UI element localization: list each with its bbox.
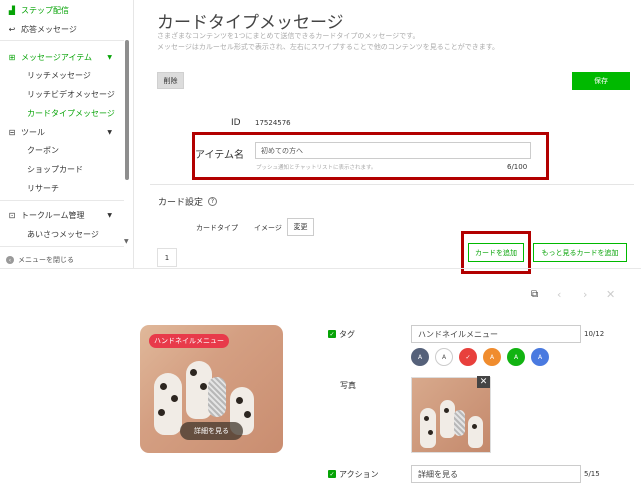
sidebar-item-shop-card[interactable]: ショップカード (0, 163, 124, 175)
sidebar-item-tools[interactable]: ⊟ ツール ▼ (0, 126, 124, 138)
color-swatch-slate[interactable]: A (411, 348, 429, 366)
tag-label: タグ (339, 330, 355, 339)
add-card-button[interactable]: カードを追加 (468, 243, 524, 262)
tools-icon: ⊟ (8, 127, 16, 137)
chevron-left-icon[interactable]: ‹ (557, 288, 561, 301)
scroll-down-icon[interactable]: ▼ (124, 238, 129, 245)
reply-icon: ↩ (8, 24, 16, 34)
sidebar-item-auto-reply[interactable]: ↩ 応答メッセージ (0, 23, 124, 35)
divider (0, 40, 124, 41)
polka-dot (244, 411, 251, 418)
sidebar-item-coupon[interactable]: クーポン (0, 144, 124, 156)
polka-dot (424, 416, 429, 421)
page-title: カードタイプメッセージ (157, 13, 344, 33)
chevron-left-icon: ‹ (6, 256, 14, 264)
save-button[interactable]: 保存 (572, 72, 630, 90)
sidebar-item-rich-message[interactable]: リッチメッセージ (0, 69, 124, 81)
divider (150, 184, 634, 185)
color-swatch-green[interactable]: A (507, 348, 525, 366)
change-type-button[interactable]: 変更 (287, 218, 314, 236)
item-name-help: プッシュ通知とチャットリストに表示されます。 (256, 165, 377, 171)
item-name-input[interactable]: 初めての方へ (255, 142, 531, 159)
close-icon[interactable]: ✕ (606, 288, 615, 301)
card-type-label: カードタイプ (196, 224, 238, 232)
chevron-right-icon[interactable]: › (583, 288, 587, 301)
item-name-count: 6/100 (507, 163, 528, 171)
action-count: 5/15 (584, 470, 600, 478)
delete-button[interactable]: 削除 (157, 72, 184, 89)
tag-input[interactable]: ハンドネイルメニュー (411, 325, 581, 343)
talkroom-icon: ⊡ (8, 210, 16, 220)
polka-dot (160, 383, 167, 390)
card-settings-title: カード設定? (158, 195, 218, 208)
sidebar-item-greeting[interactable]: あいさつメッセージ (0, 228, 124, 240)
caret-down-icon: ▼ (107, 211, 112, 219)
caret-down-icon: ▼ (107, 128, 112, 136)
copy-icon[interactable]: ⧉ (531, 289, 538, 300)
nail-image (454, 410, 465, 436)
nail-image (208, 377, 226, 417)
id-label: ID (231, 118, 241, 128)
sidebar-item-message-items[interactable]: ⊞ メッセージアイテム ▼ (0, 51, 124, 63)
card-preview: ハンドネイルメニュー 詳細を見る (140, 325, 283, 453)
nail-image (468, 416, 483, 448)
card-tab-1[interactable]: 1 (157, 248, 177, 267)
nail-image (440, 400, 455, 438)
polka-dot (428, 430, 433, 435)
color-swatch-red[interactable]: ✓ (459, 348, 477, 366)
sidebar-item-step-delivery[interactable]: ▟ ステップ配信 (0, 4, 124, 16)
action-label: アクション (339, 470, 379, 479)
sidebar-item-talkroom[interactable]: ⊡ トークルーム管理 ▼ (0, 209, 124, 221)
polka-dot (171, 395, 178, 402)
photo-label: 写真 (340, 381, 356, 390)
add-more-card-button[interactable]: もっと見るカードを追加 (533, 243, 627, 262)
tag-count: 10/12 (584, 330, 605, 338)
card-type-value: イメージ (254, 224, 282, 232)
color-swatch-orange[interactable]: A (483, 348, 501, 366)
sidebar-scrollbar[interactable] (125, 40, 129, 180)
divider (0, 246, 124, 247)
tag-checkbox[interactable]: ✓ (328, 330, 336, 338)
sidebar-item-card-type[interactable]: カードタイプメッセージ (0, 107, 124, 119)
polka-dot (444, 408, 449, 413)
preview-action-button: 詳細を見る (180, 422, 243, 440)
message-item-icon: ⊞ (8, 52, 16, 62)
divider (0, 268, 641, 269)
polka-dot (472, 424, 477, 429)
item-name-label: アイテム名 (195, 150, 244, 161)
sidebar: ▟ ステップ配信 ↩ 応答メッセージ ⊞ メッセージアイテム ▼ リッチメッセージ リッ… (0, 0, 134, 268)
polka-dot (158, 409, 165, 416)
photo-thumbnail[interactable] (411, 377, 491, 453)
polka-dot (190, 369, 197, 376)
caret-down-icon: ▼ (107, 53, 112, 61)
chart-icon: ▟ (8, 5, 16, 15)
preview-tag: ハンドネイルメニュー (149, 334, 229, 348)
nail-image (154, 373, 182, 435)
action-input[interactable]: 詳細を見る (411, 465, 581, 483)
color-swatch-blue[interactable]: A (531, 348, 549, 366)
sidebar-item-research[interactable]: リサーチ (0, 182, 124, 194)
polka-dot (236, 397, 243, 404)
remove-photo-icon[interactable]: ✕ (477, 376, 490, 388)
id-value: 17524576 (255, 119, 291, 127)
action-checkbox[interactable]: ✓ (328, 470, 336, 478)
color-swatch-white[interactable]: A (435, 348, 453, 366)
polka-dot (200, 383, 207, 390)
check-icon: ✓ (465, 353, 471, 361)
divider (0, 200, 124, 201)
nail-image (420, 408, 436, 448)
sidebar-item-rich-video[interactable]: リッチビデオメッセージ (0, 88, 124, 100)
page-description: さまざまなコンテンツを1つにまとめて送信できるカードタイプのメッセージです。 メ… (157, 32, 500, 51)
collapse-menu-button[interactable]: ‹ メニューを閉じる (6, 255, 74, 265)
help-icon[interactable]: ? (208, 197, 218, 206)
